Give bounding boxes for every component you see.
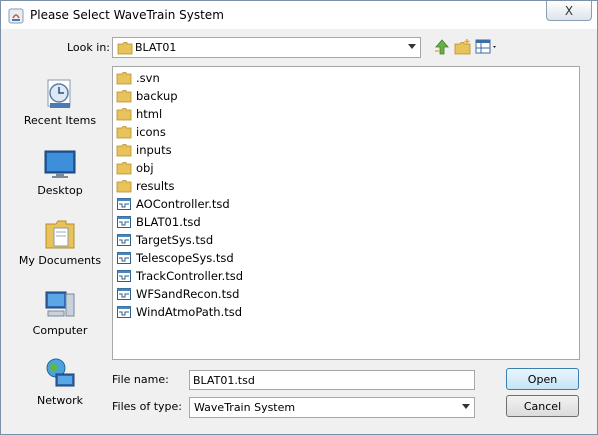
file-name: BLAT01.tsd [136, 214, 201, 229]
tsd-file-icon [117, 269, 131, 282]
file-list-item[interactable]: TelescopeSys.tsd [116, 249, 234, 266]
folder-icon [116, 107, 132, 120]
window-title: Please Select WaveTrain System [30, 8, 224, 22]
chevron-down-icon [462, 404, 470, 409]
folder-icon [116, 125, 132, 138]
file-list-item[interactable]: BLAT01.tsd [116, 213, 201, 230]
file-list-item[interactable]: WFSandRecon.tsd [116, 285, 239, 302]
file-list-item[interactable]: backup [116, 87, 178, 104]
up-one-level-icon[interactable] [433, 38, 451, 56]
file-name: TelescopeSys.tsd [136, 250, 234, 265]
folder-icon [116, 161, 132, 174]
place-my-documents[interactable]: My Documents [14, 216, 106, 278]
folder-icon [116, 143, 132, 156]
place-recent-items[interactable]: Recent Items [14, 76, 106, 138]
place-label: My Documents [18, 254, 102, 267]
files-of-type-combo[interactable]: WaveTrain System [189, 397, 475, 418]
title-bar: Please Select WaveTrain System X [1, 1, 597, 29]
tsd-file-icon [117, 197, 131, 210]
look-in-label: Look in: [67, 41, 110, 54]
file-chooser-dialog: Please Select WaveTrain System X Look in… [0, 0, 598, 435]
files-of-type-label: Files of type: [112, 400, 183, 413]
computer-icon [45, 291, 75, 317]
file-list-item[interactable]: TargetSys.tsd [116, 231, 213, 248]
tsd-file-icon [117, 305, 131, 318]
tsd-file-icon [117, 287, 131, 300]
file-list-item[interactable]: obj [116, 159, 154, 176]
places-bar: Recent Items Desktop My Documents Comput… [14, 66, 106, 424]
place-network[interactable]: Network [14, 356, 106, 418]
close-button[interactable]: X [546, 1, 592, 21]
place-desktop[interactable]: Desktop [14, 146, 106, 208]
open-button-label: Open [527, 372, 558, 386]
cancel-button[interactable]: Cancel [506, 395, 579, 417]
view-menu-icon[interactable] [475, 38, 499, 56]
file-list-item[interactable]: html [116, 105, 162, 122]
tsd-file-icon [117, 251, 131, 264]
file-list[interactable]: .svn backup html icons inputs obj result… [112, 66, 580, 360]
file-name: WFSandRecon.tsd [136, 286, 240, 301]
close-icon: X [564, 3, 574, 18]
file-name: icons [136, 124, 166, 139]
file-name: WindAtmoPath.tsd [136, 304, 243, 319]
file-name: TrackController.tsd [136, 268, 244, 283]
place-label: Computer [32, 324, 88, 337]
chevron-down-icon [408, 44, 416, 49]
file-name: AOController.tsd [136, 196, 230, 211]
file-name: backup [136, 88, 178, 103]
tsd-file-icon [117, 233, 131, 246]
file-list-item[interactable]: .svn [116, 69, 160, 86]
folder-icon [116, 71, 132, 84]
folder-icon [117, 42, 133, 55]
new-folder-icon[interactable] [454, 38, 472, 56]
file-list-item[interactable]: inputs [116, 141, 172, 158]
java-app-icon [8, 8, 24, 24]
desktop-icon [44, 150, 76, 178]
file-name: TargetSys.tsd [136, 232, 214, 247]
tsd-file-icon [117, 215, 131, 228]
file-list-item[interactable]: WindAtmoPath.tsd [116, 303, 242, 320]
file-name: .svn [136, 70, 160, 85]
file-name: html [136, 106, 163, 121]
open-button[interactable]: Open [506, 368, 579, 390]
file-name: obj [136, 160, 154, 175]
cancel-button-label: Cancel [523, 399, 562, 413]
my-documents-icon [45, 220, 75, 249]
files-of-type-value: WaveTrain System [194, 401, 296, 414]
file-list-item[interactable]: TrackController.tsd [116, 267, 243, 284]
file-name-label: File name: [112, 373, 169, 386]
recent-items-icon [47, 79, 71, 108]
file-name: inputs [136, 142, 172, 157]
place-label: Recent Items [23, 114, 97, 127]
place-label: Network [37, 394, 83, 407]
place-computer[interactable]: Computer [14, 286, 106, 348]
file-list-item[interactable]: AOController.tsd [116, 195, 230, 212]
file-name-input[interactable] [189, 370, 475, 390]
folder-icon [116, 179, 132, 192]
file-list-item[interactable]: results [116, 177, 175, 194]
look-in-value: BLAT01 [135, 41, 177, 54]
folder-icon [116, 89, 132, 102]
file-list-item[interactable]: icons [116, 123, 166, 140]
file-name: results [136, 178, 175, 193]
look-in-combo[interactable]: BLAT01 [112, 37, 421, 58]
network-icon [46, 358, 75, 387]
place-label: Desktop [37, 184, 83, 197]
